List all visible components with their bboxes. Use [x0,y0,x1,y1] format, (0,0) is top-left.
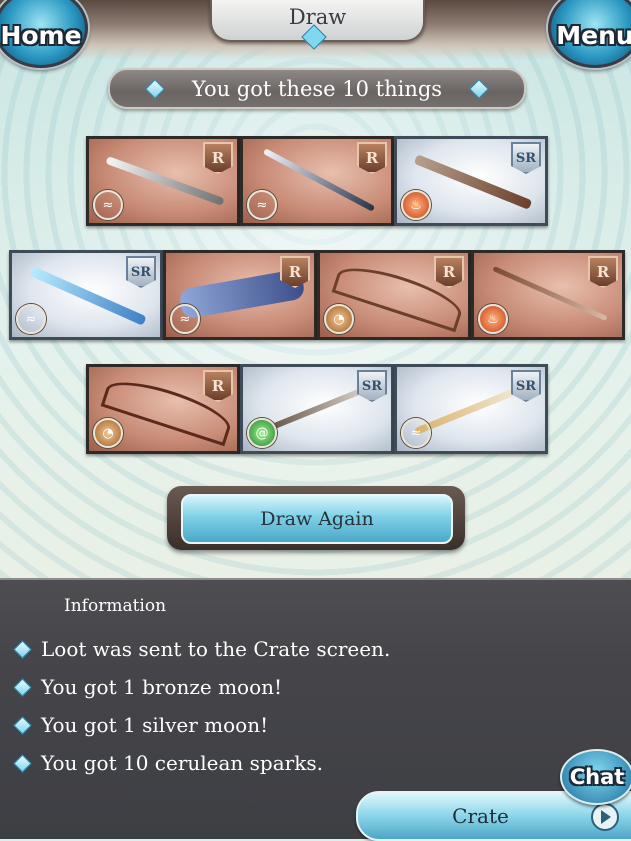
fire-element-icon: ♨ [401,190,431,220]
page-title: Draw [288,5,347,29]
draw-again-face: Draw Again [181,494,453,544]
rarity-badge: SR [511,142,541,174]
diamond-icon [13,715,32,735]
result-card[interactable]: R ◔ [86,364,240,454]
rarity-badge: SR [357,370,387,402]
result-card[interactable]: R ≈ [240,136,394,226]
result-card[interactable]: R ≈ [163,250,317,340]
result-card[interactable]: R ≈ [86,136,240,226]
info-line: You got 1 silver moon! [13,711,269,739]
result-card[interactable]: R ♨ [471,250,625,340]
chat-label: Chat [569,765,625,789]
rarity-badge: R [588,256,618,288]
wind-element-icon: @ [247,418,277,448]
diamond-icon [13,753,32,773]
draw-again-button[interactable]: Draw Again [167,486,465,550]
result-card[interactable]: SR ≈ [394,364,548,454]
diamond-icon [145,79,165,99]
info-line: Loot was sent to the Crate screen. [13,635,391,663]
water-element-icon: ≈ [16,304,46,334]
result-card[interactable]: SR ♨ [394,136,548,226]
diamond-icon [13,677,32,697]
result-banner-text: You got these 10 things [191,76,443,101]
rarity-badge: R [434,256,464,288]
result-card[interactable]: R ◔ [317,250,471,340]
rarity-badge: R [203,142,233,174]
rarity-badge: R [357,142,387,174]
rarity-badge: R [203,370,233,402]
play-arrow-icon [591,803,619,831]
info-line: You got 1 bronze moon! [13,673,283,701]
menu-label: Menu [556,20,631,50]
information-heading: Information [64,596,167,616]
fire-element-icon: ♨ [478,304,508,334]
result-banner: You got these 10 things [108,68,526,109]
result-card[interactable]: SR ≈ [9,250,163,340]
diamond-icon [13,639,32,659]
info-line-text: Loot was sent to the Crate screen. [41,637,391,661]
rarity-badge: SR [126,256,156,288]
rarity-badge: SR [511,370,541,402]
diamond-icon [469,79,489,99]
water-element-icon: ≈ [401,418,431,448]
info-line: You got 10 cerulean sparks. [13,749,323,777]
crate-label: Crate [452,804,509,828]
home-label: Home [0,20,82,50]
info-line-text: You got 10 cerulean sparks. [41,751,323,775]
info-line-text: You got 1 bronze moon! [41,675,283,699]
chat-button[interactable]: Chat [560,749,631,805]
info-line-text: You got 1 silver moon! [41,713,269,737]
water-element-icon: ≈ [247,190,277,220]
earth-element-icon: ◔ [93,418,123,448]
draw-again-label: Draw Again [260,508,374,530]
water-element-icon: ≈ [170,304,200,334]
earth-element-icon: ◔ [324,304,354,334]
water-element-icon: ≈ [93,190,123,220]
result-card[interactable]: SR @ [240,364,394,454]
